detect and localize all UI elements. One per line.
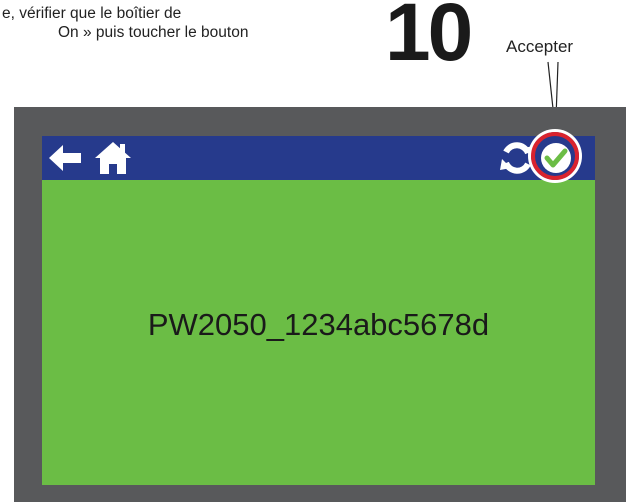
device-name-label: PW2050_1234abc5678d xyxy=(147,307,490,342)
refresh-icon[interactable] xyxy=(499,140,535,176)
back-arrow-icon[interactable] xyxy=(47,140,83,176)
touch-screen: PW2050_1234abc5678d xyxy=(42,132,595,485)
device-bezel: PW2050_1234abc5678d xyxy=(14,107,626,502)
top-navigation-bar xyxy=(42,132,595,180)
checkmark-icon xyxy=(541,143,571,173)
accept-button[interactable] xyxy=(537,139,575,177)
home-icon[interactable] xyxy=(94,139,132,177)
